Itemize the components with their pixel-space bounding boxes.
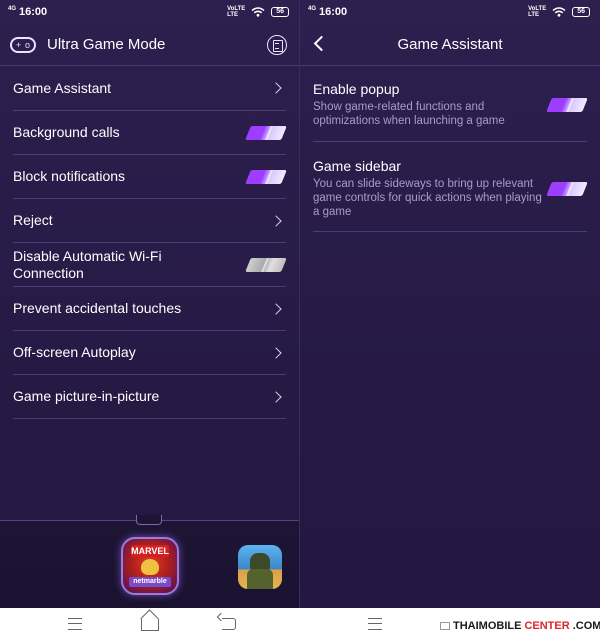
menu-item-disable-wifi: Disable Automatic Wi-Fi Connection	[13, 243, 287, 287]
enable-popup-toggle[interactable]	[546, 97, 588, 112]
battery-indicator: 56	[572, 7, 590, 17]
setting-game-sidebar: Game sidebar You can slide sideways to b…	[313, 142, 588, 232]
watermark: THAIMOBILECENTER.COM ©	[440, 618, 600, 633]
volte-indicator: VoLTE LTE	[227, 6, 246, 18]
chevron-right-icon	[270, 214, 282, 227]
gamepad-icon: + o	[10, 36, 36, 53]
menu-icon[interactable]	[368, 618, 382, 630]
menu-item-label: Disable Automatic Wi-Fi Connection	[13, 247, 162, 281]
menu-item-label: Background calls	[13, 124, 120, 140]
setting-description: You can slide sideways to bring up relev…	[313, 178, 542, 218]
menu-item-game-pip[interactable]: Game picture-in-picture	[13, 375, 286, 419]
status-bar: 4G 16:00 VoLTE LTE 56	[0, 0, 299, 24]
page-title: Game Assistant	[397, 36, 503, 53]
menu-item-label: Reject	[13, 212, 53, 228]
navigation-bar: THAIMOBILECENTER.COM ©	[0, 608, 600, 643]
menu-icon[interactable]	[68, 618, 82, 630]
menu-item-label: Game Assistant	[13, 79, 112, 96]
game-assistant-screen: 4G 16:00 VoLTE LTE 56 Game Assistant Ena…	[300, 0, 600, 608]
setting-description: Show game-related functions and optimiza…	[313, 101, 505, 127]
menu-item-label: Off-screen Autoplay	[13, 344, 136, 360]
menu-item-background-calls: Background calls	[13, 111, 287, 155]
status-time: 16:00	[19, 6, 48, 18]
network-type: 4G	[308, 6, 317, 12]
marvel-future-fight-app-icon[interactable]: MARVEL netmarble	[121, 537, 179, 595]
chevron-right-icon	[270, 346, 282, 359]
title-bar: Game Assistant	[300, 24, 600, 66]
wifi-icon	[251, 7, 265, 17]
setting-enable-popup: Enable popup Show game-related functions…	[313, 66, 588, 142]
setting-title: Game sidebar	[313, 158, 401, 174]
background-calls-toggle[interactable]	[245, 125, 287, 140]
battery-indicator: 56	[271, 7, 289, 17]
status-bar: 4G 16:00 VoLTE LTE 56	[300, 0, 600, 24]
game-sidebar-toggle[interactable]	[546, 181, 588, 196]
network-type: 4G	[8, 6, 17, 12]
wifi-icon	[552, 7, 566, 17]
chevron-right-icon	[270, 82, 282, 94]
menu-item-block-notifications: Block notifications	[13, 155, 287, 199]
document-icon[interactable]	[267, 35, 287, 55]
home-icon[interactable]	[141, 619, 159, 631]
dock-handle[interactable]	[136, 515, 162, 525]
home-outline-icon	[440, 621, 450, 630]
back-icon[interactable]	[222, 618, 236, 630]
menu-item-label: Block notifications	[13, 168, 126, 184]
page-title: Ultra Game Mode	[47, 36, 166, 53]
menu-item-label: Game picture-in-picture	[13, 388, 160, 404]
game-assistant-settings: Enable popup Show game-related functions…	[300, 66, 600, 232]
block-notifications-toggle[interactable]	[245, 169, 287, 184]
ultra-game-mode-screen: 4G 16:00 VoLTE LTE 56 + o Ultra Game Mode…	[0, 0, 300, 608]
menu-item-prevent-touches[interactable]: Prevent accidental touches	[13, 287, 286, 331]
disable-wifi-toggle[interactable]	[245, 257, 287, 272]
title-bar: + o Ultra Game Mode	[0, 24, 299, 66]
setting-title: Enable popup	[313, 81, 400, 97]
pubg-mobile-app-icon[interactable]	[238, 545, 282, 589]
status-time: 16:00	[319, 6, 348, 18]
menu-item-reject[interactable]: Reject	[13, 199, 286, 243]
game-dock: MARVEL netmarble	[0, 515, 299, 608]
settings-menu-list: Game Assistant Background calls Block no…	[0, 66, 299, 419]
menu-item-off-screen-autoplay[interactable]: Off-screen Autoplay	[13, 331, 286, 375]
menu-item-game-assistant[interactable]: Game Assistant	[13, 66, 286, 111]
chevron-right-icon	[270, 390, 282, 403]
chevron-right-icon	[270, 302, 282, 315]
menu-item-label: Prevent accidental touches	[13, 300, 182, 316]
volte-indicator: VoLTE LTE	[528, 6, 547, 18]
back-arrow-icon[interactable]	[313, 35, 330, 52]
